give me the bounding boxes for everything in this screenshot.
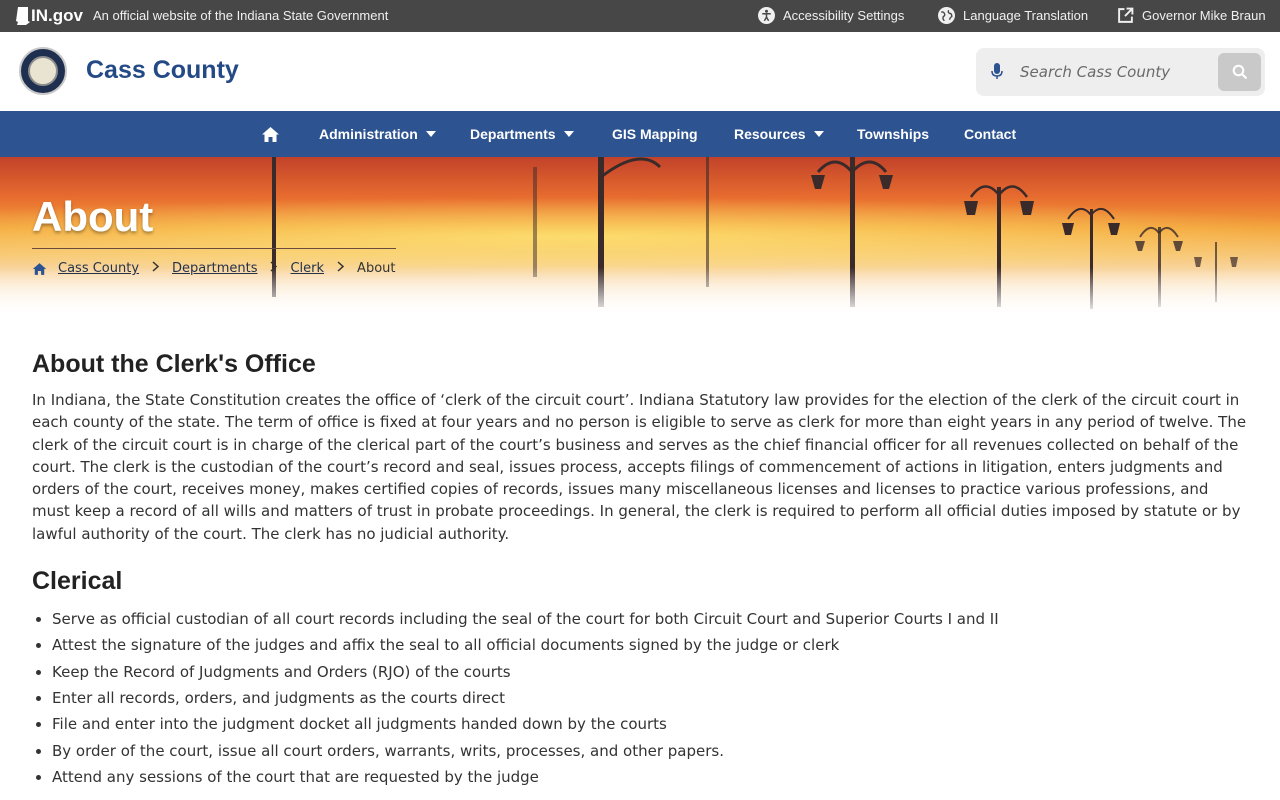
list-item: By order of the court, issue all court o… bbox=[52, 738, 1248, 764]
list-item: Attest the signature of the judges and a… bbox=[52, 632, 1248, 658]
section-heading-about: About the Clerk's Office bbox=[32, 350, 316, 378]
breadcrumb-cass-county[interactable]: Cass County bbox=[58, 261, 139, 276]
search-icon bbox=[1232, 64, 1247, 80]
intro-paragraph: In Indiana, the State Constitution creat… bbox=[32, 391, 1247, 543]
microphone-icon[interactable] bbox=[990, 62, 1004, 82]
hero-banner: About Cass County Departments Clerk Abou… bbox=[0, 157, 1280, 317]
language-translation-label: Language Translation bbox=[963, 8, 1089, 23]
language-translation-link[interactable]: Language Translation bbox=[938, 7, 1088, 24]
seal-center bbox=[28, 56, 58, 86]
nav-administration[interactable]: Administration bbox=[319, 111, 436, 157]
nav-contact-label: Contact bbox=[964, 126, 1017, 142]
site-header: Cass County bbox=[0, 32, 1280, 111]
official-website-notice: An official website of the Indiana State… bbox=[93, 8, 389, 23]
site-title[interactable]: Cass County bbox=[86, 56, 239, 85]
caret-down-icon bbox=[425, 131, 436, 137]
indiana-state-icon bbox=[16, 7, 30, 25]
list-item: Serve as official custodian of all court… bbox=[52, 606, 1248, 632]
breadcrumb: Cass County Departments Clerk About bbox=[32, 261, 395, 276]
list-item: Enter all records, orders, and judgments… bbox=[52, 685, 1248, 711]
nav-home[interactable] bbox=[261, 111, 280, 157]
chevron-right-icon bbox=[152, 261, 160, 276]
list-item: File and enter into the judgment docket … bbox=[52, 711, 1248, 737]
page-title: About bbox=[32, 193, 154, 240]
chevron-right-icon bbox=[270, 261, 278, 276]
search-box bbox=[976, 48, 1265, 96]
breadcrumb-current: About bbox=[357, 261, 396, 276]
breadcrumb-departments[interactable]: Departments bbox=[172, 261, 257, 276]
title-divider bbox=[32, 248, 396, 249]
breadcrumb-home-icon[interactable] bbox=[32, 262, 47, 276]
clerical-list: Serve as official custodian of all court… bbox=[32, 606, 1248, 790]
governor-link-label: Governor Mike Braun bbox=[1142, 8, 1266, 23]
globe-icon bbox=[938, 7, 955, 24]
search-input[interactable] bbox=[1020, 58, 1190, 86]
list-item: Attend any sessions of the court that ar… bbox=[52, 764, 1248, 790]
nav-gis-mapping-label: GIS Mapping bbox=[612, 126, 698, 142]
nav-townships[interactable]: Townships bbox=[857, 111, 929, 157]
main-navigation: Administration Departments GIS Mapping R… bbox=[0, 111, 1280, 157]
nav-contact[interactable]: Contact bbox=[964, 111, 1016, 157]
nav-departments[interactable]: Departments bbox=[470, 111, 574, 157]
list-item: Keep the Record of Judgments and Orders … bbox=[52, 659, 1248, 685]
breadcrumb-clerk[interactable]: Clerk bbox=[290, 261, 324, 276]
caret-down-icon bbox=[563, 131, 574, 137]
nav-departments-label: Departments bbox=[470, 126, 556, 142]
nav-townships-label: Townships bbox=[857, 126, 930, 142]
nav-resources[interactable]: Resources bbox=[734, 111, 824, 157]
county-seal-logo[interactable] bbox=[19, 47, 67, 95]
governor-link[interactable]: Governor Mike Braun bbox=[1117, 7, 1266, 24]
search-button[interactable] bbox=[1218, 53, 1261, 91]
nav-gis-mapping[interactable]: GIS Mapping bbox=[612, 111, 698, 157]
nav-resources-label: Resources bbox=[734, 126, 806, 142]
in-gov-logo-text: IN.gov bbox=[31, 6, 83, 25]
state-bar: IN.gov An official website of the Indian… bbox=[0, 0, 1280, 32]
caret-down-icon bbox=[813, 131, 824, 137]
in-gov-logo[interactable]: IN.gov bbox=[16, 6, 83, 26]
accessibility-settings-link[interactable]: Accessibility Settings bbox=[758, 7, 904, 24]
section-heading-clerical: Clerical bbox=[32, 567, 123, 596]
home-icon bbox=[262, 126, 279, 142]
external-link-icon bbox=[1118, 7, 1134, 23]
chevron-right-icon bbox=[337, 261, 345, 276]
accessibility-icon bbox=[758, 7, 775, 24]
main-content: About the Clerk's Office In Indiana, the… bbox=[32, 350, 1248, 790]
nav-administration-label: Administration bbox=[319, 126, 418, 142]
accessibility-settings-label: Accessibility Settings bbox=[783, 8, 905, 23]
